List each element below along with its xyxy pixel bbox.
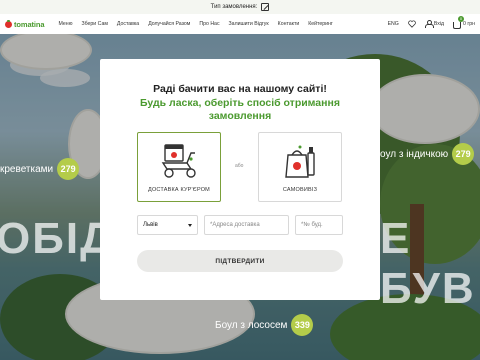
nav-menu: Меню Збери Сам Доставка Долучайся Разом … [58, 21, 332, 27]
building-placeholder: *№ буд. [301, 222, 323, 228]
address-placeholder: *Адреса доставка [210, 222, 260, 228]
price-badge: 279 [452, 143, 475, 165]
nav-item-join[interactable]: Долучайся Разом [148, 21, 190, 27]
address-input[interactable]: *Адреса доставка [204, 215, 289, 235]
nav-item-about[interactable]: Про Нас [199, 21, 219, 27]
price-badge: 279 [57, 158, 80, 180]
confirm-button[interactable]: ПІДТВЕРДИТИ [137, 250, 343, 272]
or-label: або [235, 163, 244, 169]
product-name: креветками [0, 163, 54, 175]
cart-price: 0 грн [463, 21, 475, 27]
edit-icon[interactable] [261, 3, 270, 11]
order-type-modal: Раді бачити вас на нашому сайті! Будь ла… [100, 59, 380, 300]
option-pickup[interactable]: САМОВИВІЗ [258, 132, 342, 202]
nav-item-review[interactable]: Залишити Відгук [229, 21, 269, 27]
option-label: САМОВИВІЗ [282, 187, 318, 193]
order-type-bar[interactable]: Тип замовлення: [0, 0, 480, 14]
nav-item-build[interactable]: Збери Сам [81, 21, 107, 27]
hero-text-left: ОБІД [0, 214, 114, 263]
nav-item-delivery[interactable]: Доставка [117, 21, 139, 27]
chevron-down-icon [188, 223, 192, 227]
login-button[interactable]: Вхід [424, 20, 445, 28]
nav-item-catering[interactable]: Кейтеринг [308, 21, 333, 27]
product-label[interactable]: оул з індичкою 279 [380, 143, 475, 165]
nav-item-contacts[interactable]: Контакти [278, 21, 300, 27]
takeaway-bag-icon [285, 145, 315, 178]
city-select[interactable]: Львів [137, 215, 198, 235]
logo[interactable]: tomatina [5, 19, 45, 29]
product-label[interactable]: креветками 279 [0, 158, 80, 180]
order-type-label: Тип замовлення: [210, 4, 258, 10]
option-label: ДОСТАВКА КУР'ЄРОМ [148, 187, 210, 193]
login-label: Вхід [433, 21, 445, 27]
logo-text: tomatina [14, 19, 45, 29]
main-nav: tomatina Меню Збери Сам Доставка Долучай… [0, 14, 480, 34]
city-value: Львів [143, 222, 158, 228]
cart-icon [453, 21, 462, 29]
product-label[interactable]: Боул з лососем 339 [215, 314, 314, 336]
price-badge: 339 [291, 314, 314, 336]
modal-title: Раді бачити вас на нашому сайті! [153, 83, 327, 95]
delivery-scooter-icon [161, 144, 196, 178]
language-switch[interactable]: ENG [388, 21, 399, 27]
product-name: Боул з лососем [215, 319, 288, 331]
product-name: оул з індичкою [380, 148, 449, 160]
user-icon [424, 20, 434, 28]
option-courier-delivery[interactable]: ДОСТАВКА КУР'ЄРОМ [137, 132, 221, 202]
building-number-input[interactable]: *№ буд. [295, 215, 343, 235]
cart-count-badge: 0 [458, 15, 465, 22]
nav-right: ENG Вхід 0 0 грн [388, 15, 475, 29]
tomato-icon [5, 19, 12, 28]
nav-item-menu[interactable]: Меню [58, 21, 72, 27]
hero-text-right: Е БУВ [380, 214, 476, 313]
cart-button[interactable]: 0 0 грн [453, 15, 475, 29]
modal-subtitle: Будь ласка, оберіть спосіб отримання зам… [140, 97, 340, 122]
heart-icon[interactable] [408, 20, 416, 28]
